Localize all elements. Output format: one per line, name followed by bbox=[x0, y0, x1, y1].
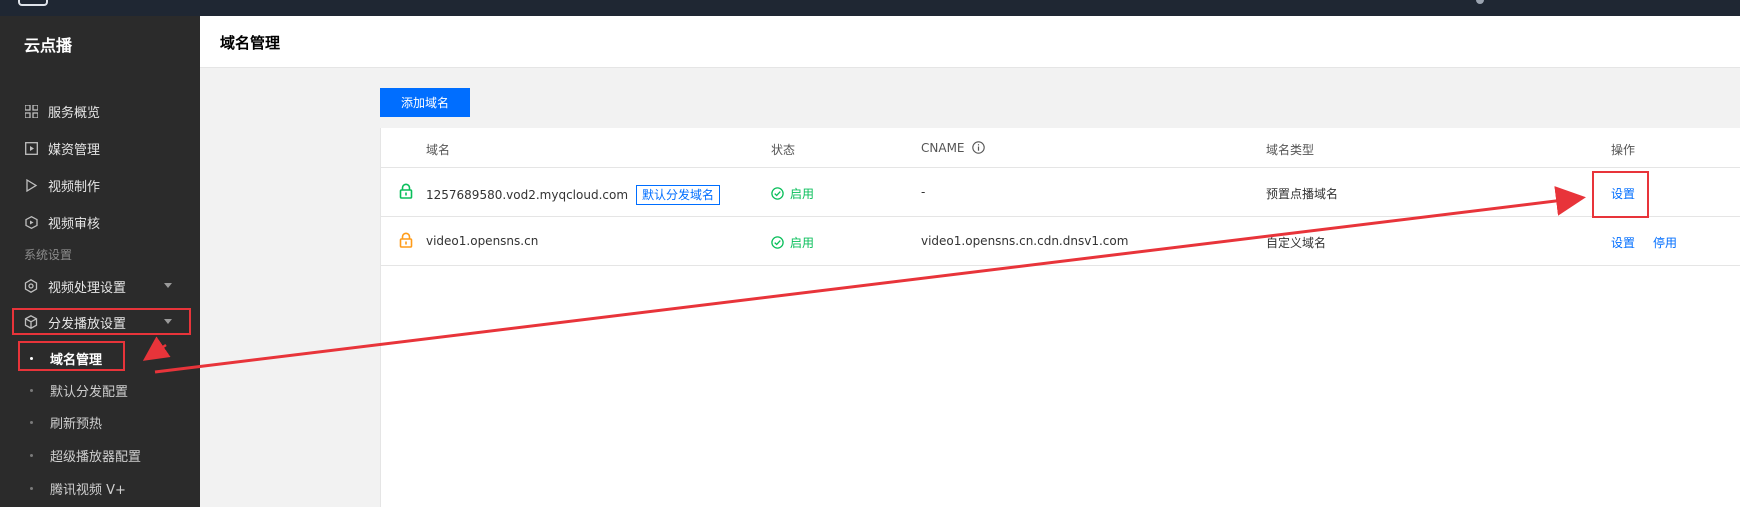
sidebar-subitem-label: 超级播放器配置 bbox=[50, 449, 142, 465]
sidebar-item-media[interactable]: 媒资管理 bbox=[0, 131, 200, 165]
app-title: 云点播 bbox=[24, 36, 73, 55]
cube-icon bbox=[24, 315, 38, 329]
sidebar-item-label: 视频审核 bbox=[48, 216, 101, 232]
add-domain-button[interactable]: 添加域名 bbox=[380, 88, 470, 117]
sidebar-item-label: 视频制作 bbox=[48, 179, 101, 195]
status-badge: 启用 bbox=[771, 185, 814, 202]
hexagon-gear-icon bbox=[24, 279, 38, 293]
check-circle-icon bbox=[771, 187, 784, 200]
sidebar-item-label: 媒资管理 bbox=[48, 142, 101, 158]
domain-type-cell: 自定义域名 bbox=[1266, 236, 1327, 250]
cname-cell: video1.opensns.cn.cdn.dnsv1.com bbox=[921, 234, 1129, 248]
column-header-status: 状态 bbox=[771, 143, 796, 157]
page-header: 域名管理 bbox=[200, 16, 1740, 68]
sidebar-subitem-label: 域名管理 bbox=[50, 352, 103, 368]
disable-link[interactable]: 停用 bbox=[1653, 236, 1677, 250]
domain-text: video1.opensns.cn bbox=[426, 234, 539, 248]
lock-icon bbox=[399, 183, 413, 199]
cname-cell: - bbox=[921, 185, 926, 199]
domain-table: 域名 状态 CNAME 域名类型 操作 1257689580.vod2.myqc… bbox=[380, 128, 1740, 507]
sidebar-item-label: 服务概览 bbox=[48, 105, 101, 121]
chevron-down-icon bbox=[164, 283, 172, 288]
review-icon bbox=[24, 215, 38, 229]
sidebar-subitem-default-distribution[interactable]: 默认分发配置 bbox=[0, 374, 200, 406]
media-icon bbox=[24, 141, 38, 155]
sidebar-subitem-label: 默认分发配置 bbox=[50, 384, 129, 400]
sidebar-subitem-label: 腾讯视频 V+ bbox=[50, 482, 126, 498]
sidebar-item-video-production[interactable]: 视频制作 bbox=[0, 168, 200, 202]
check-circle-icon bbox=[771, 236, 784, 249]
sidebar-item-overview[interactable]: 服务概览 bbox=[0, 94, 200, 128]
actions-cell: 设置 停用 bbox=[1611, 234, 1695, 251]
sidebar-item-video-review[interactable]: 视频审核 bbox=[0, 205, 200, 239]
column-header-actions: 操作 bbox=[1611, 143, 1636, 157]
page-title: 域名管理 bbox=[220, 34, 281, 52]
chevron-down-icon bbox=[164, 319, 172, 324]
sidebar: 云点播 服务概览 媒资管理 视频制作 视频审核 系统设置 视频处理设置 分发播放… bbox=[0, 16, 200, 507]
info-icon[interactable] bbox=[972, 141, 986, 154]
domain-text: 1257689580.vod2.myqcloud.com bbox=[426, 188, 629, 202]
sidebar-item-label: 分发播放设置 bbox=[48, 316, 127, 332]
sidebar-item-label: 视频处理设置 bbox=[48, 280, 127, 296]
sidebar-subitem-refresh-preheat[interactable]: 刷新预热 bbox=[0, 406, 200, 438]
default-distribution-badge: 默认分发域名 bbox=[636, 185, 721, 205]
lock-icon bbox=[399, 232, 413, 248]
play-icon bbox=[24, 178, 38, 192]
sidebar-subitem-super-player[interactable]: 超级播放器配置 bbox=[0, 439, 200, 471]
sidebar-item-distribution-settings[interactable]: 分发播放设置 bbox=[0, 305, 200, 339]
sidebar-subitem-domain-management[interactable]: 域名管理 bbox=[0, 342, 200, 374]
logo[interactable] bbox=[18, 0, 48, 6]
sidebar-subitem-tencent-video-v[interactable]: 腾讯视频 V+ bbox=[0, 472, 200, 504]
table-row: video1.opensns.cn 启用 video1.opensns.cn.c… bbox=[381, 217, 1740, 266]
sidebar-subitem-label: 刷新预热 bbox=[50, 416, 103, 432]
actions-cell: 设置 bbox=[1611, 185, 1653, 202]
domain-type-cell: 预置点播域名 bbox=[1266, 187, 1339, 201]
domain-cell: 1257689580.vod2.myqcloud.com 默认分发域名 bbox=[426, 185, 721, 205]
column-header-domain-type: 域名类型 bbox=[1266, 143, 1315, 157]
user-icon[interactable] bbox=[1476, 0, 1484, 4]
settings-link[interactable]: 设置 bbox=[1611, 187, 1635, 201]
column-header-domain: 域名 bbox=[426, 143, 451, 157]
top-navbar bbox=[0, 0, 1740, 16]
settings-link[interactable]: 设置 bbox=[1611, 236, 1635, 250]
status-badge: 启用 bbox=[771, 234, 814, 251]
sidebar-item-video-processing-settings[interactable]: 视频处理设置 bbox=[0, 269, 200, 303]
grid-icon bbox=[24, 104, 38, 118]
column-header-cname: CNAME bbox=[921, 141, 986, 155]
table-header: 域名 状态 CNAME 域名类型 操作 bbox=[381, 128, 1740, 168]
table-row: 1257689580.vod2.myqcloud.com 默认分发域名 启用 - … bbox=[381, 168, 1740, 217]
section-label-system-settings: 系统设置 bbox=[24, 248, 73, 262]
